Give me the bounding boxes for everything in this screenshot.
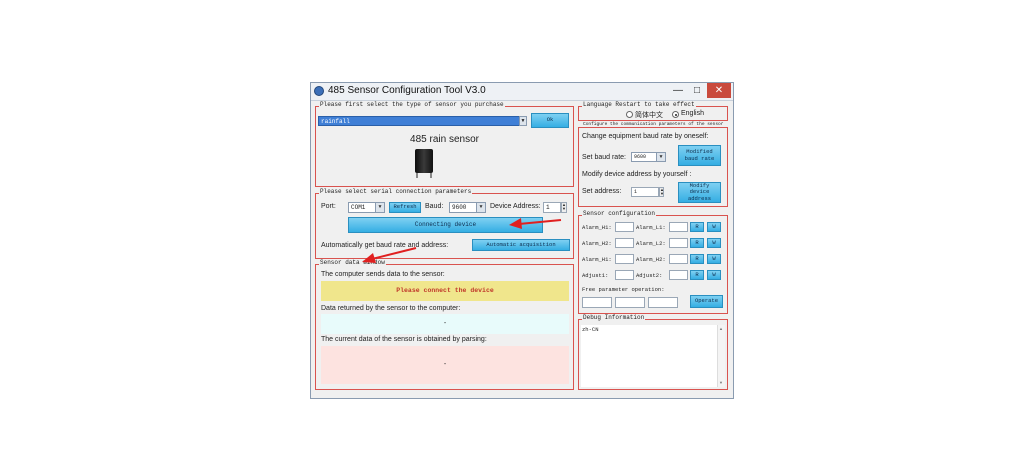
baud-select[interactable]: 9600 ▼ [449,202,486,213]
device-address-input[interactable]: 1 [543,202,561,213]
title-bar[interactable]: 485 Sensor Configuration Tool V3.0 — □ ✕ [311,83,733,101]
device-address-label: Device Address: [490,203,541,210]
radio-chinese[interactable] [626,111,633,118]
parsed-value-box: - [321,346,569,384]
modified-baud-button[interactable]: Modified baud rate [678,145,721,166]
debug-group-title: Debug Information [582,314,646,321]
red-arrow-data-window-icon [362,247,417,263]
free-param-input-1[interactable] [582,297,612,308]
write-button[interactable]: W [707,254,721,264]
alarm-right-input[interactable] [669,238,688,248]
alarm-right-input[interactable] [669,254,688,264]
radio-english-label: English [681,110,704,117]
refresh-button[interactable]: Refresh [389,202,421,213]
language-group: Language Restart to take effect 简体中文 Eng… [578,101,728,121]
alarm-left-input[interactable] [615,254,634,264]
set-address-label: Set address: [582,188,622,195]
maximize-button[interactable]: □ [688,83,706,98]
close-button[interactable]: ✕ [707,83,731,98]
free-param-input-3[interactable] [648,297,678,308]
spinner-arrows-icon[interactable]: ▲ ▼ [561,202,567,213]
chevron-down-icon: ▼ [476,203,485,212]
free-param-input-2[interactable] [615,297,645,308]
red-arrow-connect-icon [509,218,562,229]
scroll-down-icon[interactable]: ▼ [719,380,723,385]
port-value: COM1 [351,204,366,211]
sensor-config-group-title: Sensor configuration [582,210,657,217]
debug-group: Debug Information zh-CN ▲ ▼ [578,314,728,390]
alarm-left-label: Alarm_H1: [582,224,612,231]
alarm-right-label: Alarm_L1: [636,224,666,231]
read-button[interactable]: R [690,254,704,264]
baud-value: 9600 [452,204,467,211]
alarm-left-input[interactable] [615,238,634,248]
sends-label: The computer sends data to the sensor: [321,271,445,278]
sensor-config-group: Sensor configuration Alarm_H1: Alarm_L1:… [578,210,728,314]
debug-scrollbar[interactable]: ▲ ▼ [717,325,725,387]
adjust-right-label: Adjust2: [636,272,663,279]
comm-params-group-title: Configure the communication parameters o… [582,122,725,127]
sensor-data-group: Sensor data window The computer sends da… [315,259,574,390]
port-select[interactable]: COM1 ▼ [348,202,385,213]
alarm-left-input[interactable] [615,222,634,232]
set-baud-label: Set baud rate: [582,154,626,161]
operate-button[interactable]: Operate [690,295,723,308]
write-button[interactable]: W [707,238,721,248]
baud-label: Baud: [425,203,444,210]
alarm-right-label: Alarm_L2: [636,240,666,247]
set-address-input[interactable]: 1 [631,187,659,197]
parsed-label: The current data of the sensor is obtain… [321,336,487,343]
debug-textarea[interactable]: zh-CN [581,325,717,387]
automatic-acquisition-button[interactable]: Automatic acquisition [472,239,570,251]
window-title: 485 Sensor Configuration Tool V3.0 [328,85,486,96]
serial-group-title: Please select serial connection paramete… [319,188,473,195]
radio-english[interactable] [672,111,679,118]
scroll-up-icon[interactable]: ▲ [719,326,723,331]
sensor-type-selected: rainfall [321,118,350,125]
adjust-left-label: Adjust1: [582,272,609,279]
read-button[interactable]: R [690,222,704,232]
set-baud-select[interactable]: 9600 ▼ [631,152,666,162]
alarm-left-label: Alarm_H2: [582,240,612,247]
sensor-name: 485 rain sensor [410,134,479,145]
returned-label: Data returned by the sensor to the compu… [321,305,461,312]
spinner-arrows-icon[interactable]: ▲ ▼ [659,187,664,197]
alarm-right-input[interactable] [669,222,688,232]
baud-heading: Change equipment baud rate by oneself: [582,133,709,140]
sends-value-box: Please connect the device [321,281,569,301]
app-icon [314,86,324,96]
app-window: 485 Sensor Configuration Tool V3.0 — □ ✕… [310,82,734,399]
read-button[interactable]: R [690,270,704,280]
chevron-down-icon: ▼ [656,153,665,161]
alarm-left-label: Alarm_H1: [582,256,612,263]
set-baud-value: 9600 [634,154,647,160]
adjust-left-input[interactable] [615,270,634,280]
free-parameter-label: Free parameter operation: [582,286,665,293]
sensor-type-group: Please first select the type of sensor y… [315,101,574,187]
chevron-down-icon[interactable]: ▼ [519,116,527,126]
chevron-down-icon: ▼ [375,203,384,212]
read-button[interactable]: R [690,238,704,248]
write-button[interactable]: W [707,222,721,232]
write-button[interactable]: W [707,270,721,280]
port-label: Port: [321,203,336,210]
adjust-right-input[interactable] [669,270,688,280]
comm-params-group: Configure the communication parameters o… [578,122,728,207]
sensor-type-group-title: Please first select the type of sensor y… [319,101,505,108]
sensor-type-select[interactable]: rainfall [318,116,526,126]
addr-heading: Modify device address by yourself : [582,171,692,178]
modify-address-button[interactable]: Modify device address [678,182,721,203]
minimize-button[interactable]: — [669,83,687,98]
language-group-title: Language Restart to take effect [582,101,696,108]
sensor-image [415,149,433,179]
returned-value-box: - [321,314,569,334]
radio-chinese-label: 简体中文 [635,112,663,119]
ok-button[interactable]: Ok [531,113,569,128]
alarm-right-label: Alarm_H2: [636,256,666,263]
